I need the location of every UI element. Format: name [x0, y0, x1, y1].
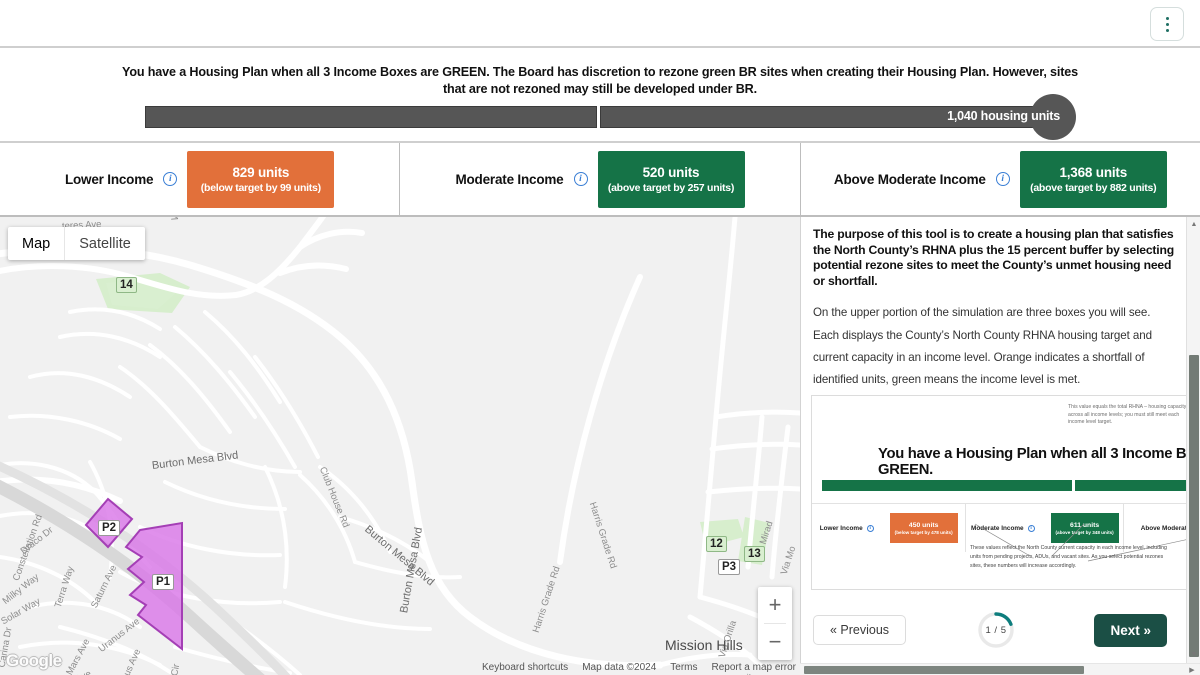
- panel-paragraph-body: On the upper portion of the simulation a…: [813, 302, 1175, 391]
- info-icon-lower[interactable]: i: [163, 172, 177, 186]
- info-panel: The purpose of this tool is to create a …: [800, 217, 1200, 675]
- units-detail-lower: (below target by 99 units): [201, 182, 321, 194]
- info-panel-text: The purpose of this tool is to create a …: [801, 217, 1189, 391]
- preview-caption: These values reflect the North County cu…: [970, 544, 1170, 571]
- income-boxes-row: Lower Income i 829 units (below target b…: [0, 143, 1200, 217]
- site-label-14[interactable]: 14: [116, 277, 137, 293]
- units-detail-above-moderate: (above target by 882 units): [1030, 182, 1156, 194]
- units-value-above-moderate: 1,368 units: [1059, 165, 1127, 180]
- info-panel-content: The purpose of this tool is to create a …: [801, 217, 1189, 675]
- place-label-mission-hills: Mission Hills: [665, 637, 743, 653]
- income-cell-moderate: Moderate Income i 520 units (above targe…: [400, 143, 800, 215]
- scroll-up-arrow-icon[interactable]: ▲: [1187, 217, 1200, 231]
- panel-scroll-thumb[interactable]: [1189, 355, 1199, 657]
- site-label-P2[interactable]: P2: [98, 520, 120, 536]
- map-zoom-control[interactable]: + −: [758, 587, 792, 660]
- scroll-right-arrow-icon[interactable]: ▶: [1186, 664, 1198, 675]
- info-icon-moderate[interactable]: i: [574, 172, 588, 186]
- site-label-P3[interactable]: P3: [718, 559, 740, 575]
- headline-text: You have a Housing Plan when all 3 Incom…: [110, 64, 1090, 97]
- units-box-lower[interactable]: 829 units (below target by 99 units): [187, 151, 334, 208]
- kebab-dot: [1166, 29, 1169, 32]
- panel-hscroll-thumb[interactable]: [804, 666, 1084, 674]
- total-progress-bar: 1,040 housing units: [0, 106, 1200, 143]
- map-attribution: Keyboard shortcuts Map data ©2024 Terms …: [482, 662, 796, 673]
- progress-segment-left: [145, 106, 597, 128]
- step-progress-ring: 1 / 5: [977, 611, 1015, 649]
- map-type-satellite-button[interactable]: Satellite: [65, 227, 145, 260]
- zoom-out-button[interactable]: −: [758, 624, 792, 660]
- scroll-down-arrow-icon[interactable]: ▼: [1187, 647, 1200, 661]
- site-label-P1[interactable]: P1: [152, 574, 174, 590]
- terms-link[interactable]: Terms: [670, 662, 697, 673]
- income-cell-lower: Lower Income i 829 units (below target b…: [0, 143, 400, 215]
- info-icon-above-moderate[interactable]: i: [996, 172, 1010, 186]
- units-value-moderate: 520 units: [643, 165, 700, 180]
- units-value-lower: 829 units: [232, 165, 289, 180]
- panel-vertical-scrollbar[interactable]: ▲ ▼: [1186, 217, 1200, 675]
- kebab-dot: [1166, 17, 1169, 20]
- map-type-map-button[interactable]: Map: [8, 227, 64, 260]
- report-map-error-link[interactable]: Report a map error: [712, 662, 796, 673]
- preview-screenshot: This value equals the total RHNA – housi…: [811, 395, 1193, 590]
- panel-footer: « Previous 1 / 5 Next »: [801, 603, 1189, 657]
- top-bar: [0, 0, 1200, 48]
- income-title-lower: Lower Income: [65, 172, 153, 187]
- total-units-label: 1,040 housing units: [860, 109, 1060, 123]
- site-label-13[interactable]: 13: [744, 546, 765, 562]
- map-data-copyright: Map data ©2024: [582, 662, 656, 673]
- google-logo: Google: [6, 651, 62, 671]
- units-box-above-moderate[interactable]: 1,368 units (above target by 882 units): [1020, 151, 1167, 208]
- map-type-control[interactable]: Map Satellite: [8, 227, 145, 260]
- units-detail-moderate: (above target by 257 units): [608, 182, 734, 194]
- next-button[interactable]: Next »: [1094, 614, 1167, 647]
- panel-horizontal-scrollbar[interactable]: ▶: [800, 663, 1200, 675]
- income-title-moderate: Moderate Income: [455, 172, 563, 187]
- map-canvas[interactable]: Burton Mesa Blvd Burton Mesa Blvd Burton…: [0, 217, 800, 675]
- headline-section: You have a Housing Plan when all 3 Incom…: [0, 48, 1200, 143]
- site-label-12[interactable]: 12: [706, 536, 727, 552]
- kebab-dot: [1166, 23, 1169, 26]
- kebab-menu-icon[interactable]: [1150, 7, 1184, 41]
- step-indicator-label: 1 / 5: [977, 611, 1015, 649]
- panel-paragraph-bold: The purpose of this tool is to create a …: [813, 227, 1175, 289]
- income-cell-above-moderate: Above Moderate Income i 1,368 units (abo…: [801, 143, 1200, 215]
- zoom-in-button[interactable]: +: [758, 587, 792, 623]
- income-title-above-moderate: Above Moderate Income: [834, 172, 986, 187]
- units-box-moderate[interactable]: 520 units (above target by 257 units): [598, 151, 745, 208]
- previous-button[interactable]: « Previous: [813, 615, 906, 645]
- keyboard-shortcuts-link[interactable]: Keyboard shortcuts: [482, 662, 568, 673]
